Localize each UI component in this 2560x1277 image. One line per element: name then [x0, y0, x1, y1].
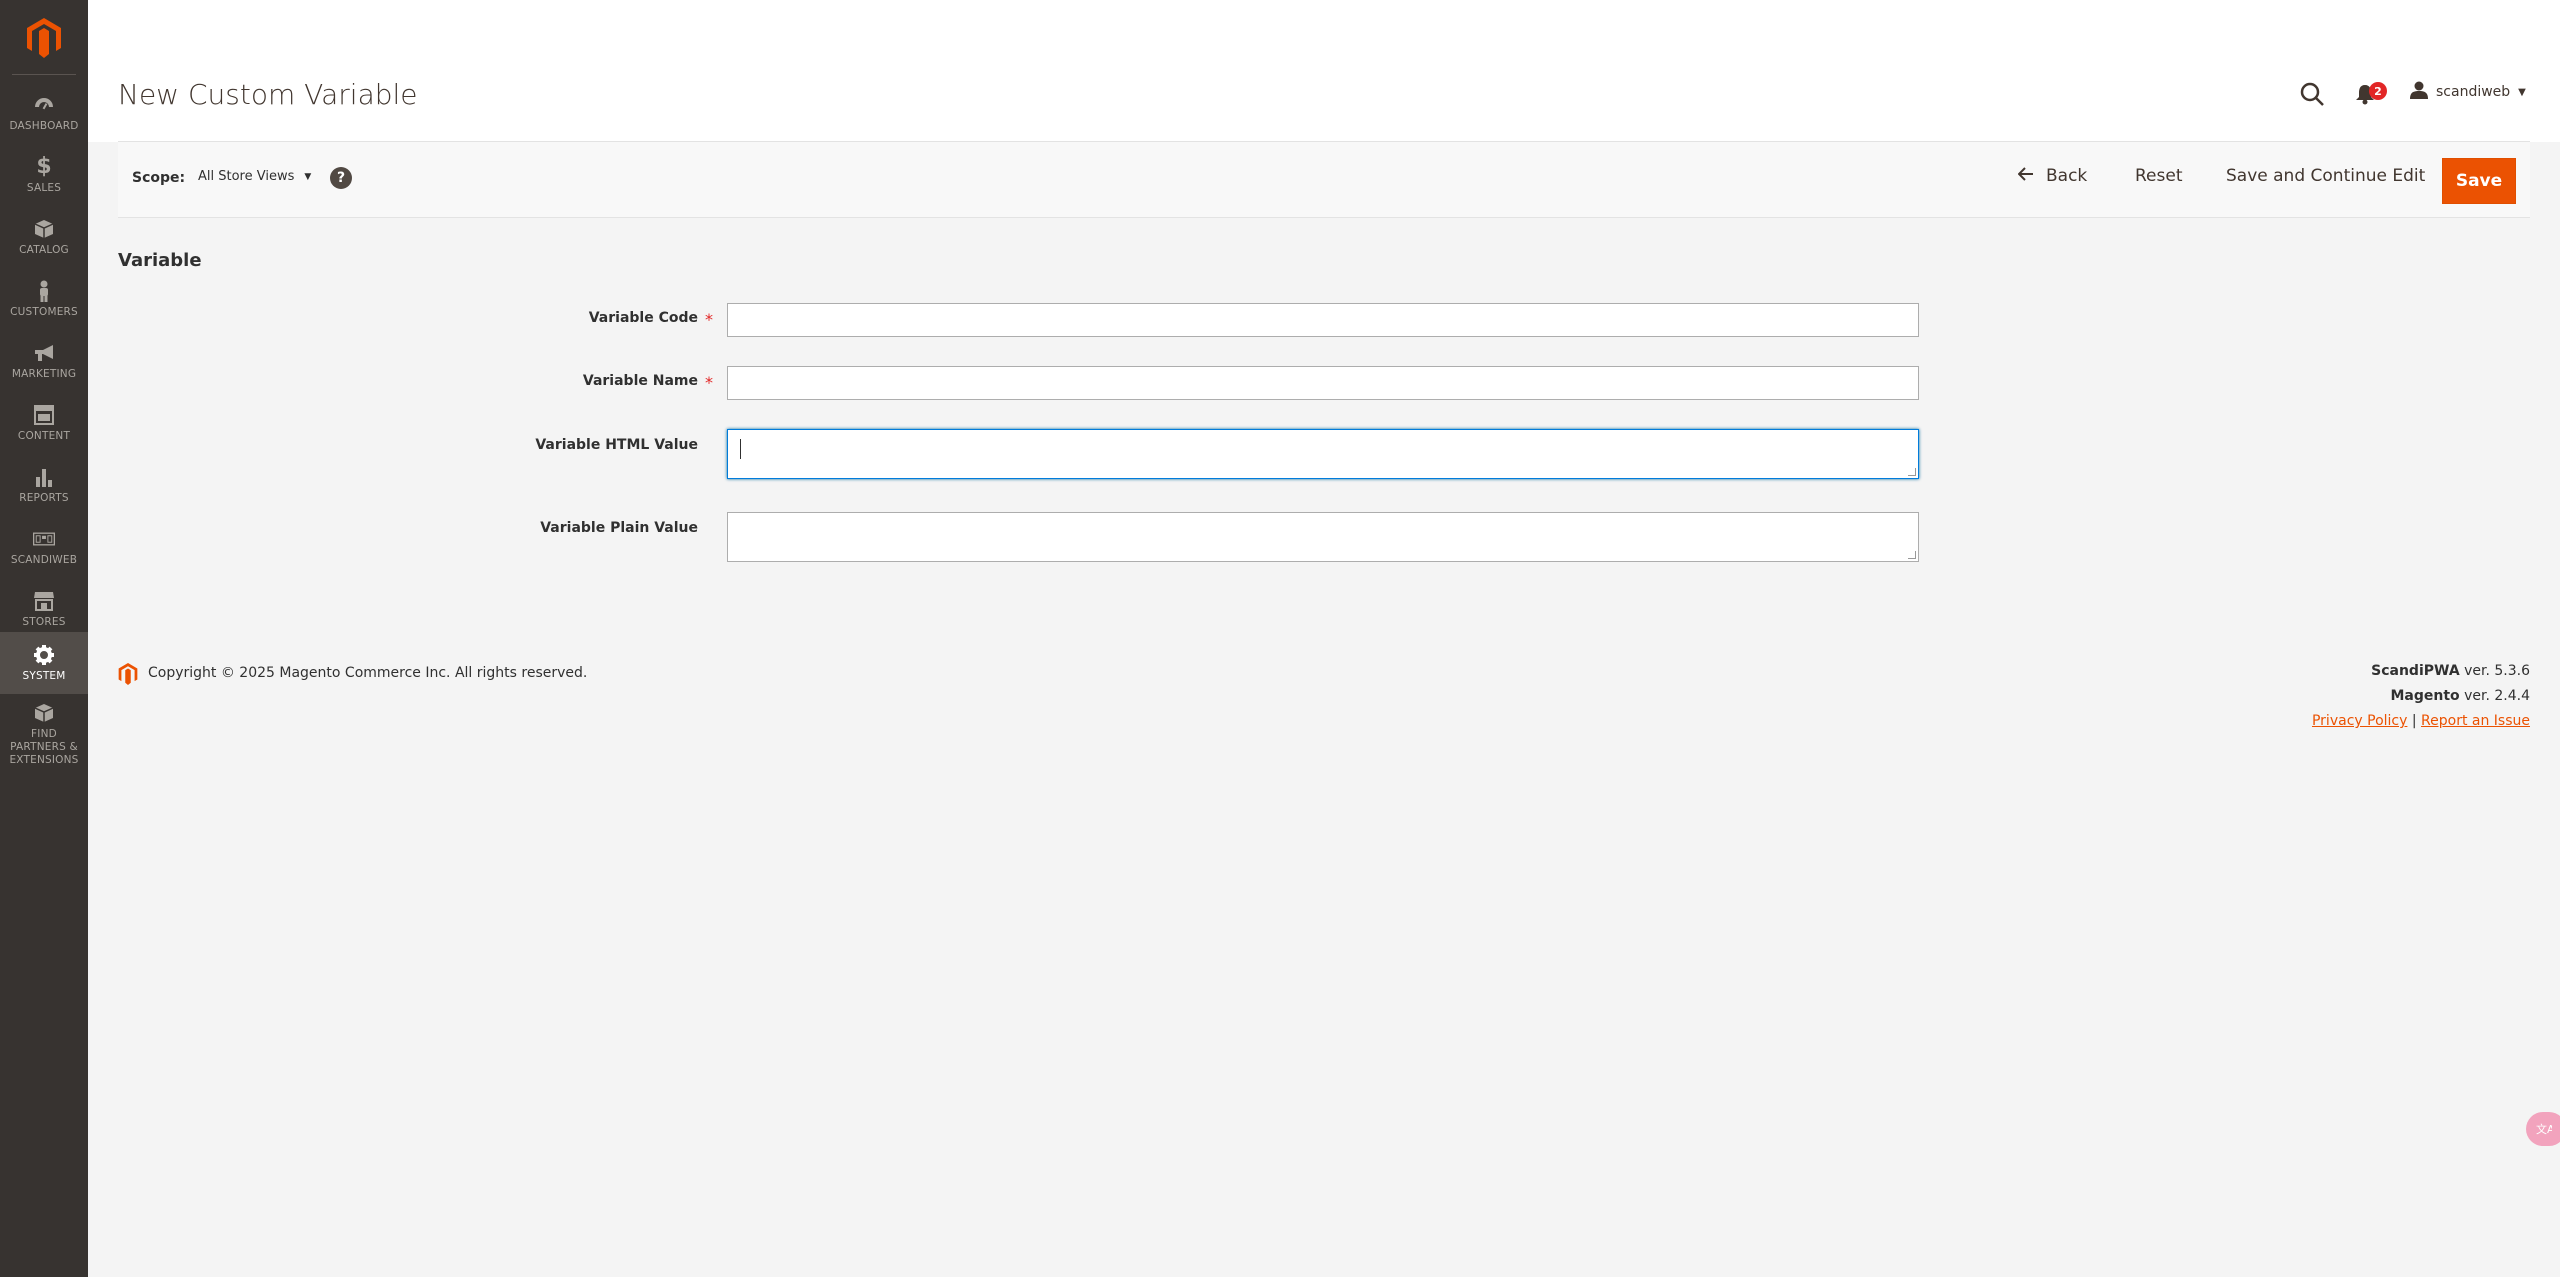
page-title: New Custom Variable [118, 78, 418, 111]
sidebar-item-reports[interactable]: Reports [0, 454, 88, 516]
sidebar-item-label: Stores [22, 615, 66, 628]
megaphone-icon [33, 342, 55, 364]
magento-version: Magento ver. 2.4.4 [2390, 688, 2530, 704]
variable-code-label: Variable Code [588, 310, 698, 326]
sidebar-item-catalog[interactable]: Catalog [0, 206, 88, 268]
sidebar-item-label: Dashboard [9, 119, 79, 132]
logo-divider [12, 74, 76, 75]
user-icon [2410, 81, 2428, 103]
search-icon[interactable] [2299, 81, 2325, 107]
variable-plain-value-label: Variable Plain Value [540, 520, 698, 536]
footer-link-separator: | [2411, 713, 2417, 729]
required-asterisk: * [705, 373, 713, 392]
sidebar-item-label: Scandiweb [10, 553, 78, 566]
bar-chart-icon [33, 466, 55, 488]
reset-button[interactable]: Reset [2135, 166, 2183, 186]
sidebar-item-system[interactable]: System [0, 632, 88, 694]
help-icon[interactable]: ? [330, 167, 352, 189]
magento-version-number: ver. 2.4.4 [2459, 688, 2530, 704]
chevron-down-icon: ▼ [304, 171, 312, 182]
back-button[interactable]: Back [2017, 166, 2088, 186]
gear-icon [33, 644, 55, 666]
chevron-down-icon: ▼ [2518, 86, 2526, 98]
sidebar-item-sales[interactable]: $ Sales [0, 144, 88, 206]
sidebar-item-scandiweb[interactable]: Scandiweb [0, 516, 88, 578]
scope-value: All Store Views [198, 169, 295, 184]
sidebar-item-customers[interactable]: Customers [0, 268, 88, 330]
save-button[interactable]: Save [2442, 158, 2516, 204]
section-title: Variable [118, 250, 202, 271]
page-actions-bar: Scope: All Store Views ▼ ? Back Reset Sa… [118, 142, 2530, 218]
scandipwa-version: ScandiPWA ver. 5.3.6 [2371, 663, 2530, 679]
magento-name: Magento [2390, 688, 2460, 704]
sidebar-item-dashboard[interactable]: Dashboard [0, 82, 88, 144]
sidebar-item-label: Marketing [11, 367, 77, 380]
copyright-text: Copyright © 2025 Magento Commerce Inc. A… [148, 665, 588, 681]
variable-plain-value-textarea[interactable] [727, 512, 1919, 562]
scope-label: Scope: [132, 170, 186, 186]
variable-name-input[interactable] [727, 366, 1919, 400]
grid-icon [33, 528, 55, 550]
save-and-continue-button[interactable]: Save and Continue Edit [2226, 166, 2425, 186]
admin-sidebar: Dashboard $ Sales Catalog Customers Mark… [0, 0, 88, 1277]
magento-logo-icon [27, 18, 61, 58]
store-icon [33, 590, 55, 612]
sidebar-item-stores[interactable]: Stores [0, 578, 88, 640]
required-asterisk: * [705, 310, 713, 329]
box-icon [33, 218, 55, 240]
scandipwa-name: ScandiPWA [2371, 663, 2460, 679]
privacy-policy-link[interactable]: Privacy Policy [2312, 713, 2407, 729]
sidebar-item-label: Customers [10, 305, 78, 318]
svg-text:文A: 文A [2536, 1122, 2552, 1136]
scandipwa-version-number: ver. 5.3.6 [2459, 663, 2530, 679]
footer-links: Privacy Policy | Report an Issue [2312, 713, 2530, 729]
sidebar-item-marketing[interactable]: Marketing [0, 330, 88, 392]
report-issue-link[interactable]: Report an Issue [2421, 713, 2530, 729]
layout-icon [33, 404, 55, 426]
dashboard-icon [33, 94, 55, 116]
notifications-count-badge[interactable]: 2 [2369, 82, 2387, 100]
user-menu[interactable]: scandiweb ▼ [2410, 80, 2526, 104]
sidebar-item-label: Reports [19, 491, 69, 504]
sidebar-item-content[interactable]: Content [0, 392, 88, 454]
user-name: scandiweb [2436, 84, 2511, 100]
sidebar-item-label: Find Partners & Extensions [9, 727, 79, 766]
dollar-icon: $ [36, 154, 52, 179]
resize-handle[interactable] [1908, 551, 1916, 559]
variable-code-input[interactable] [727, 303, 1919, 337]
sidebar-item-label: Content [17, 429, 71, 442]
magento-logo[interactable] [0, 0, 88, 76]
page-header [88, 0, 2560, 142]
cube-icon [33, 702, 55, 724]
sidebar-item-label: Catalog [19, 243, 69, 256]
text-cursor [740, 439, 741, 459]
sidebar-item-find-partners[interactable]: Find Partners & Extensions [0, 698, 88, 770]
sidebar-item-label: Sales [26, 181, 62, 194]
magento-footer-logo-icon [118, 663, 138, 685]
sidebar-item-label: System [22, 669, 66, 682]
variable-html-value-textarea[interactable] [727, 429, 1919, 479]
translate-icon[interactable]: 文A [2526, 1112, 2560, 1146]
arrow-left-icon [2017, 166, 2034, 186]
back-button-label: Back [2046, 166, 2088, 186]
scope-switcher[interactable]: All Store Views ▼ [198, 169, 311, 184]
resize-handle[interactable] [1908, 468, 1916, 476]
person-icon [33, 280, 55, 302]
variable-name-label: Variable Name [582, 373, 698, 389]
variable-html-value-label: Variable HTML Value [535, 437, 698, 453]
